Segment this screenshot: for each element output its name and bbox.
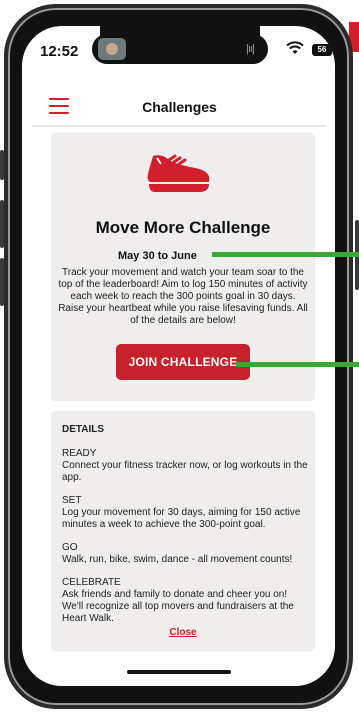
sneaker-icon bbox=[145, 146, 215, 198]
audio-waveform-icon: |ıı| bbox=[246, 43, 255, 55]
phone-side-button bbox=[0, 200, 4, 248]
details-item-text: Log your movement for 30 days, aiming fo… bbox=[62, 507, 301, 530]
join-challenge-button[interactable]: JOIN CHALLENGE bbox=[116, 344, 250, 380]
details-item-label: CELEBRATE bbox=[62, 577, 121, 588]
details-item-set: SET Log your movement for 30 days, aimin… bbox=[62, 495, 308, 531]
battery-icon: 56 bbox=[312, 44, 332, 56]
page-title: Challenges bbox=[142, 99, 217, 115]
details-section: DETAILS READY Connect your fitness track… bbox=[62, 424, 308, 636]
dynamic-island: |ıı| bbox=[92, 34, 268, 64]
details-item-text: Ask friends and family to donate and che… bbox=[62, 589, 294, 624]
details-item-ready: READY Connect your fitness tracker now, … bbox=[62, 448, 308, 484]
details-item-label: SET bbox=[62, 495, 82, 506]
wifi-icon bbox=[286, 41, 308, 59]
details-item-label: GO bbox=[62, 542, 78, 553]
close-link[interactable]: Close bbox=[51, 627, 315, 638]
video-thumbnail-icon bbox=[98, 38, 126, 60]
header-divider bbox=[32, 125, 326, 127]
annotation-arrow bbox=[236, 362, 359, 367]
annotation-arrow bbox=[212, 252, 359, 257]
phone-side-button bbox=[0, 150, 4, 180]
details-item-text: Walk, run, bike, swim, dance - all movem… bbox=[62, 554, 293, 565]
phone-side-button bbox=[0, 258, 4, 306]
details-item-text: Connect your fitness tracker now, or log… bbox=[62, 460, 308, 483]
status-time: 12:52 bbox=[40, 43, 79, 60]
details-item-go: GO Walk, run, bike, swim, dance - all mo… bbox=[62, 542, 308, 566]
challenge-dates: May 30 to June bbox=[118, 250, 197, 262]
challenge-description: Track your movement and watch your team … bbox=[58, 267, 308, 326]
details-item-label: READY bbox=[62, 448, 97, 459]
details-heading: DETAILS bbox=[62, 424, 105, 435]
challenge-title: Move More Challenge bbox=[95, 218, 271, 237]
home-indicator[interactable] bbox=[127, 670, 231, 674]
details-item-celebrate: CELEBRATE Ask friends and family to dona… bbox=[62, 577, 308, 625]
